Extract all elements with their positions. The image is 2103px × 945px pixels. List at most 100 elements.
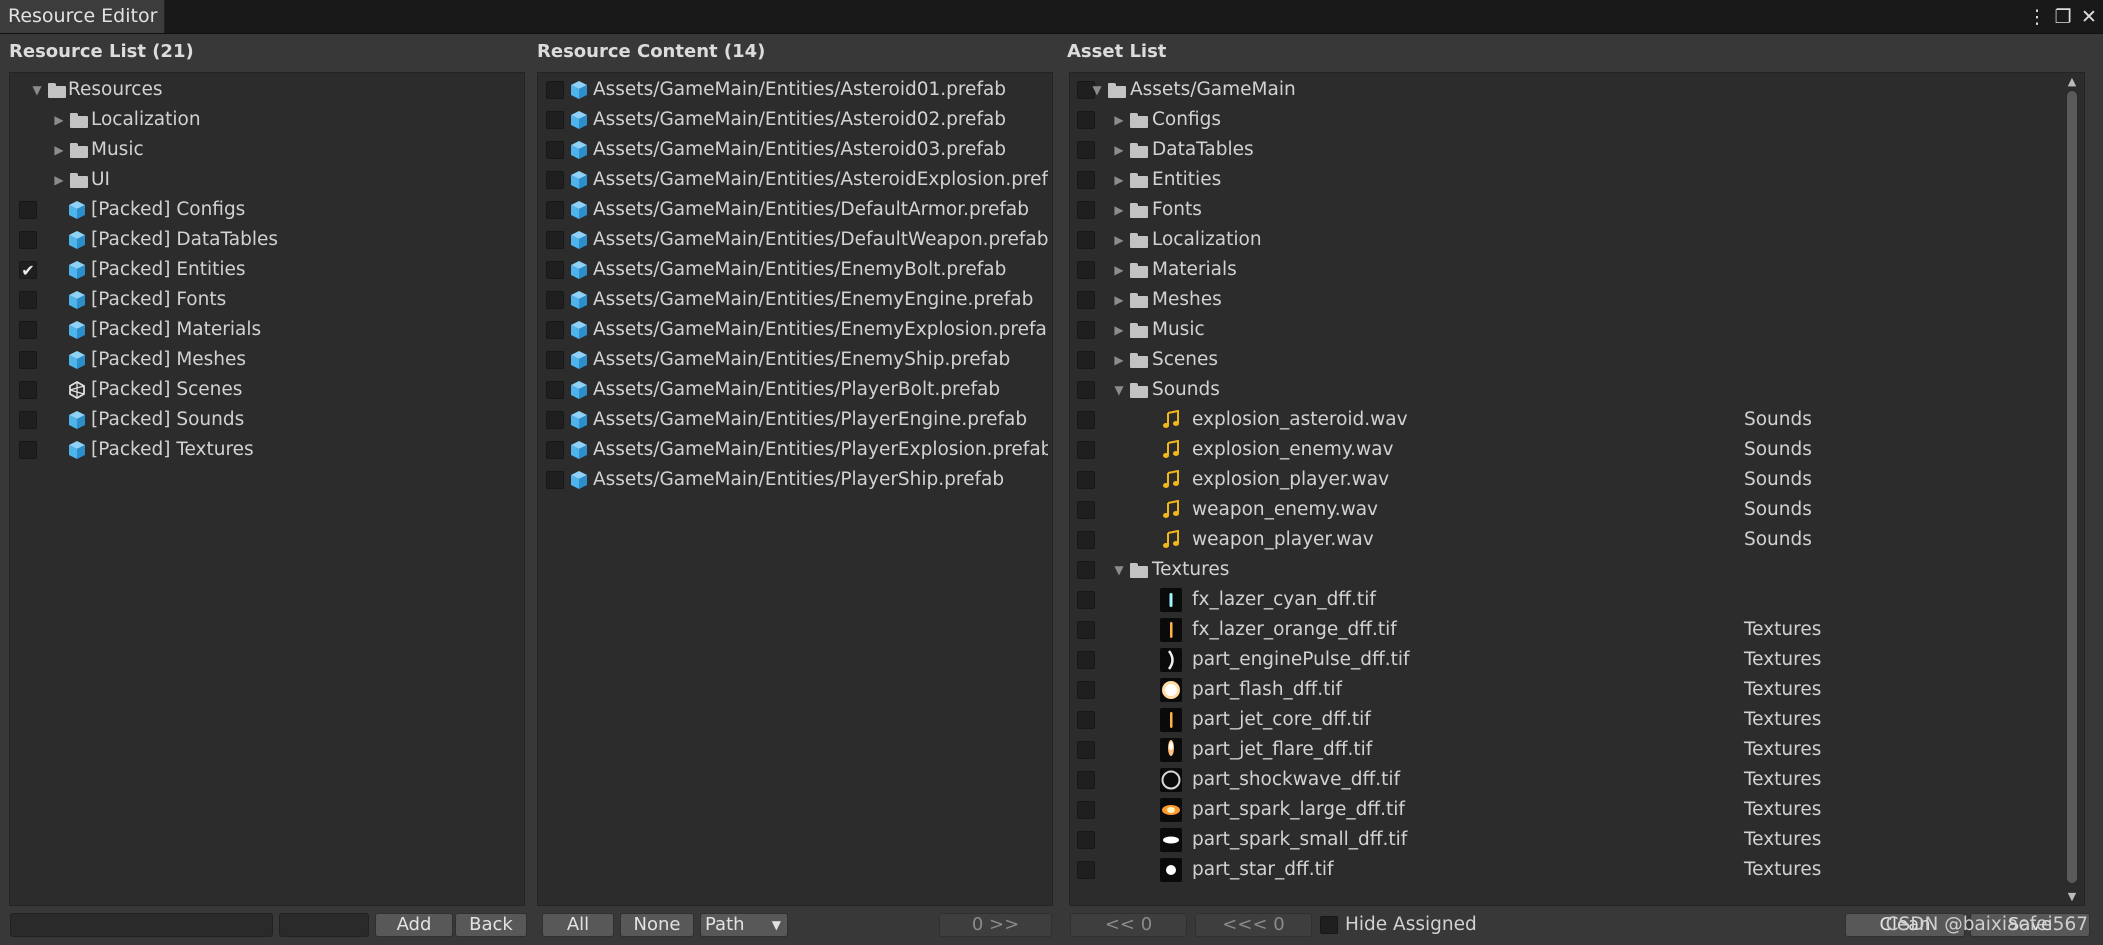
- asset-checkbox[interactable]: [1077, 261, 1095, 279]
- resource-item[interactable]: [Packed] Sounds: [10, 405, 524, 435]
- asset-checkbox[interactable]: [1077, 441, 1095, 459]
- collapsed-arrow-icon[interactable]: ▶: [52, 105, 66, 135]
- asset-folder[interactable]: ▶ Fonts: [1070, 195, 2084, 225]
- tree-item-folder[interactable]: ▶ UI: [10, 165, 524, 195]
- resource-checkbox[interactable]: [19, 201, 37, 219]
- resource-checkbox[interactable]: [19, 321, 37, 339]
- content-item[interactable]: Assets/GameMain/Entities/PlayerEngine.pr…: [538, 405, 1052, 435]
- asset-checkbox[interactable]: [1077, 741, 1095, 759]
- content-checkbox[interactable]: [546, 171, 564, 189]
- asset-folder[interactable]: ▶ Configs: [1070, 105, 2084, 135]
- asset-checkbox[interactable]: [1077, 471, 1095, 489]
- asset-folder[interactable]: ▼ Sounds: [1070, 375, 2084, 405]
- asset-folder[interactable]: ▶ Materials: [1070, 255, 2084, 285]
- resource-variant-input[interactable]: [279, 913, 369, 937]
- asset-checkbox[interactable]: [1077, 531, 1095, 549]
- asset-file[interactable]: weapon_enemy.wav Sounds: [1070, 495, 2084, 525]
- resource-item[interactable]: [Packed] Materials: [10, 315, 524, 345]
- asset-checkbox[interactable]: [1077, 141, 1095, 159]
- content-item[interactable]: Assets/GameMain/Entities/Asteroid03.pref…: [538, 135, 1052, 165]
- content-checkbox[interactable]: [546, 201, 564, 219]
- resource-checkbox[interactable]: [19, 411, 37, 429]
- content-checkbox[interactable]: [546, 411, 564, 429]
- asset-file[interactable]: weapon_player.wav Sounds: [1070, 525, 2084, 555]
- resource-checkbox[interactable]: [19, 441, 37, 459]
- asset-checkbox[interactable]: [1077, 381, 1095, 399]
- content-item[interactable]: Assets/GameMain/Entities/DefaultArmor.pr…: [538, 195, 1052, 225]
- collapsed-arrow-icon[interactable]: ▶: [1112, 225, 1126, 255]
- asset-file[interactable]: part_star_dff.tif Textures: [1070, 855, 2084, 885]
- resource-item[interactable]: [Packed] Meshes: [10, 345, 524, 375]
- content-checkbox[interactable]: [546, 261, 564, 279]
- asset-folder[interactable]: ▶ Scenes: [1070, 345, 2084, 375]
- asset-checkbox[interactable]: [1077, 111, 1095, 129]
- asset-file[interactable]: part_shockwave_dff.tif Textures: [1070, 765, 2084, 795]
- asset-folder[interactable]: ▶ DataTables: [1070, 135, 2084, 165]
- content-item[interactable]: Assets/GameMain/Entities/Asteroid01.pref…: [538, 75, 1052, 105]
- asset-file[interactable]: part_jet_flare_dff.tif Textures: [1070, 735, 2084, 765]
- asset-file[interactable]: explosion_enemy.wav Sounds: [1070, 435, 2084, 465]
- content-item[interactable]: Assets/GameMain/Entities/DefaultWeapon.p…: [538, 225, 1052, 255]
- asset-file[interactable]: explosion_player.wav Sounds: [1070, 465, 2084, 495]
- content-checkbox[interactable]: [546, 111, 564, 129]
- content-checkbox[interactable]: [546, 441, 564, 459]
- resource-checkbox[interactable]: [19, 291, 37, 309]
- asset-checkbox[interactable]: [1077, 351, 1095, 369]
- move-right-button[interactable]: 0 >>: [939, 913, 1052, 937]
- content-checkbox[interactable]: [546, 231, 564, 249]
- collapsed-arrow-icon[interactable]: ▶: [1112, 315, 1126, 345]
- asset-file[interactable]: part_spark_small_dff.tif Textures: [1070, 825, 2084, 855]
- collapsed-arrow-icon[interactable]: ▶: [1112, 135, 1126, 165]
- asset-file[interactable]: part_flash_dff.tif Textures: [1070, 675, 2084, 705]
- collapsed-arrow-icon[interactable]: ▶: [1112, 285, 1126, 315]
- add-button[interactable]: Add: [375, 913, 453, 937]
- tree-item-resources[interactable]: ▼ Resources: [10, 75, 524, 105]
- asset-folder[interactable]: ▼ Assets/GameMain: [1070, 75, 2084, 105]
- asset-folder[interactable]: ▶ Entities: [1070, 165, 2084, 195]
- asset-checkbox[interactable]: [1077, 291, 1095, 309]
- tree-item-folder[interactable]: ▶ Music: [10, 135, 524, 165]
- sort-order-dropdown[interactable]: Path ▼: [700, 913, 788, 937]
- asset-checkbox[interactable]: [1077, 591, 1095, 609]
- collapsed-arrow-icon[interactable]: ▶: [1112, 195, 1126, 225]
- more-menu-icon[interactable]: ⋮: [2027, 6, 2047, 28]
- collapsed-arrow-icon[interactable]: ▶: [52, 135, 66, 165]
- select-none-button[interactable]: None: [620, 913, 694, 937]
- maximize-icon[interactable]: ❐: [2053, 6, 2073, 28]
- resource-item[interactable]: [Packed] Textures: [10, 435, 524, 465]
- collapsed-arrow-icon[interactable]: ▶: [52, 165, 66, 195]
- collapsed-arrow-icon[interactable]: ▶: [1112, 255, 1126, 285]
- asset-file[interactable]: part_spark_large_dff.tif Textures: [1070, 795, 2084, 825]
- content-checkbox[interactable]: [546, 381, 564, 399]
- collapsed-arrow-icon[interactable]: ▶: [1112, 345, 1126, 375]
- asset-file[interactable]: part_jet_core_dff.tif Textures: [1070, 705, 2084, 735]
- resource-checkbox[interactable]: [19, 351, 37, 369]
- asset-checkbox[interactable]: [1077, 561, 1095, 579]
- content-checkbox[interactable]: [546, 471, 564, 489]
- move-left-button[interactable]: << 0: [1070, 913, 1187, 937]
- content-item[interactable]: Assets/GameMain/Entities/EnemyEngine.pre…: [538, 285, 1052, 315]
- asset-checkbox[interactable]: [1077, 171, 1095, 189]
- content-checkbox[interactable]: [546, 141, 564, 159]
- asset-checkbox[interactable]: [1077, 831, 1095, 849]
- asset-checkbox[interactable]: [1077, 201, 1095, 219]
- collapsed-arrow-icon[interactable]: ▶: [1112, 105, 1126, 135]
- resource-name-input[interactable]: [10, 913, 273, 937]
- asset-folder[interactable]: ▶ Music: [1070, 315, 2084, 345]
- content-item[interactable]: Assets/GameMain/Entities/PlayerExplosion…: [538, 435, 1052, 465]
- asset-folder[interactable]: ▶ Meshes: [1070, 285, 2084, 315]
- resource-checkbox[interactable]: [19, 231, 37, 249]
- asset-checkbox[interactable]: [1077, 771, 1095, 789]
- asset-file[interactable]: fx_lazer_orange_dff.tif Textures: [1070, 615, 2084, 645]
- content-checkbox[interactable]: [546, 351, 564, 369]
- content-item[interactable]: Assets/GameMain/Entities/PlayerBolt.pref…: [538, 375, 1052, 405]
- content-checkbox[interactable]: [546, 291, 564, 309]
- resource-checkbox[interactable]: [19, 381, 37, 399]
- resource-item[interactable]: [Packed] DataTables: [10, 225, 524, 255]
- expand-arrow-icon[interactable]: ▼: [1090, 75, 1104, 105]
- tree-item-folder[interactable]: ▶ Localization: [10, 105, 524, 135]
- asset-checkbox[interactable]: [1077, 681, 1095, 699]
- resource-item[interactable]: [Packed] Scenes: [10, 375, 524, 405]
- content-item[interactable]: Assets/GameMain/Entities/EnemyBolt.prefa…: [538, 255, 1052, 285]
- resource-item[interactable]: ✔ [Packed] Entities: [10, 255, 524, 285]
